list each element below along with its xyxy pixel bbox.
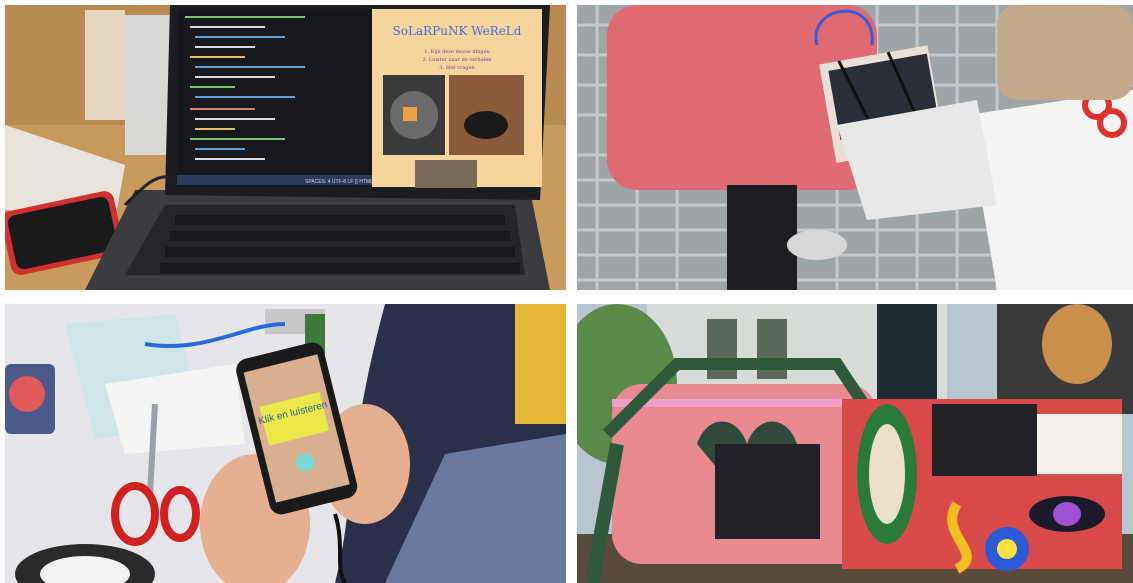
website-title: SoLaRPuNK WeReLd bbox=[393, 24, 522, 38]
solar-panel bbox=[715, 444, 820, 539]
photo-laptop-coding: SPACES: 4 UTF-8 LF {} HTML SoLaRPuNK WeR… bbox=[5, 5, 566, 290]
photo-solar-device-held bbox=[577, 5, 1133, 290]
fluffy-pink-bag bbox=[585, 358, 882, 583]
editor-status-bar: SPACES: 4 UTF-8 LF {} HTML bbox=[305, 179, 373, 185]
website-bullet-2: 2. Luister naar de verhalen bbox=[422, 57, 492, 63]
website-photo-building bbox=[415, 160, 477, 188]
painted-box bbox=[842, 399, 1122, 574]
website-bullet-3: 3. Stel vragen bbox=[439, 65, 475, 71]
solar-panel bbox=[932, 404, 1037, 476]
photo-phone-app: Klik en luisteren bbox=[5, 304, 566, 583]
paper-cup bbox=[85, 10, 125, 120]
website-bullet-1: 1. Kijk deze mooie dingen bbox=[424, 49, 490, 55]
photo-solar-bag-and-box bbox=[577, 304, 1133, 583]
